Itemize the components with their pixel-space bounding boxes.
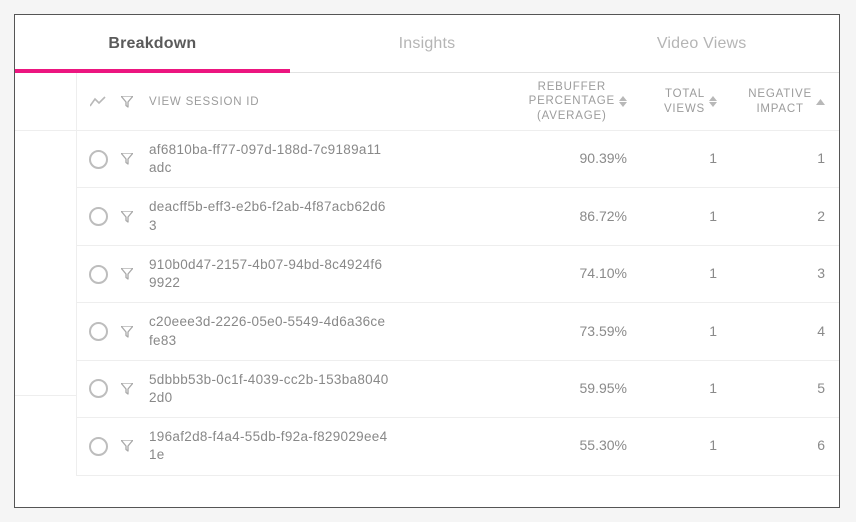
- tabs-bar: Breakdown Insights Video Views: [15, 15, 839, 73]
- table-row: deacff5b-eff3-e2b6-f2ab-4f87acb62d63 86.7…: [77, 188, 839, 245]
- sort-asc-icon: [816, 99, 825, 105]
- session-id-cell: af6810ba-ff77-097d-188d-7c9189a11adc: [149, 141, 389, 177]
- filter-icon[interactable]: [121, 211, 133, 223]
- row-select-radio[interactable]: [89, 265, 108, 284]
- breakdown-table: VIEW SESSION ID REBUFFERPERCENTAGE(AVERA…: [77, 73, 839, 476]
- tab-insights[interactable]: Insights: [290, 15, 565, 72]
- session-id-cell: c20eee3d-2226-05e0-5549-4d6a36cefe83: [149, 313, 389, 349]
- session-id-cell: 196af2d8-f4a4-55db-f92a-f829029ee41e: [149, 428, 389, 464]
- filter-icon[interactable]: [121, 96, 133, 108]
- impact-cell: 2: [817, 208, 825, 224]
- filter-icon[interactable]: [121, 383, 133, 395]
- views-cell: 1: [709, 437, 717, 453]
- views-cell: 1: [709, 380, 717, 396]
- session-id-cell: 910b0d47-2157-4b07-94bd-8c4924f69922: [149, 256, 389, 292]
- row-select-radio[interactable]: [89, 207, 108, 226]
- filter-icon[interactable]: [121, 326, 133, 338]
- impact-cell: 3: [817, 265, 825, 281]
- views-cell: 1: [709, 323, 717, 339]
- sort-icon: [709, 96, 717, 107]
- rebuffer-cell: 59.95%: [580, 380, 627, 396]
- rebuffer-cell: 55.30%: [580, 437, 627, 453]
- row-select-radio[interactable]: [89, 437, 108, 456]
- views-cell: 1: [709, 150, 717, 166]
- session-id-cell: deacff5b-eff3-e2b6-f2ab-4f87acb62d63: [149, 198, 389, 234]
- left-gutter: [15, 73, 77, 476]
- tab-breakdown[interactable]: Breakdown: [15, 15, 290, 72]
- tab-label: Insights: [399, 35, 456, 53]
- table-header-row: VIEW SESSION ID REBUFFERPERCENTAGE(AVERA…: [77, 73, 839, 131]
- rebuffer-cell: 73.59%: [580, 323, 627, 339]
- table-row: af6810ba-ff77-097d-188d-7c9189a11adc 90.3…: [77, 131, 839, 188]
- impact-cell: 6: [817, 437, 825, 453]
- sort-icon: [619, 96, 627, 107]
- breakdown-panel: Breakdown Insights Video Views VIE: [14, 14, 840, 508]
- column-header-session[interactable]: VIEW SESSION ID: [141, 96, 495, 108]
- impact-cell: 4: [817, 323, 825, 339]
- rebuffer-cell: 74.10%: [580, 265, 627, 281]
- filter-icon[interactable]: [121, 440, 133, 452]
- row-select-radio[interactable]: [89, 150, 108, 169]
- column-header-rebuffer[interactable]: REBUFFERPERCENTAGE(AVERAGE): [495, 80, 635, 123]
- table-row: 5dbbb53b-0c1f-4039-cc2b-153ba80402d0 59.9…: [77, 361, 839, 418]
- table-row: 910b0d47-2157-4b07-94bd-8c4924f69922 74.1…: [77, 246, 839, 303]
- row-select-radio[interactable]: [89, 322, 108, 341]
- filter-icon[interactable]: [121, 153, 133, 165]
- chart-icon[interactable]: [90, 96, 106, 108]
- session-id-cell: 5dbbb53b-0c1f-4039-cc2b-153ba80402d0: [149, 371, 389, 407]
- impact-cell: 5: [817, 380, 825, 396]
- rebuffer-cell: 90.39%: [580, 150, 627, 166]
- views-cell: 1: [709, 265, 717, 281]
- views-cell: 1: [709, 208, 717, 224]
- table-row: c20eee3d-2226-05e0-5549-4d6a36cefe83 73.5…: [77, 303, 839, 360]
- impact-cell: 1: [817, 150, 825, 166]
- tab-label: Breakdown: [108, 35, 196, 53]
- table-row: 196af2d8-f4a4-55db-f92a-f829029ee41e 55.3…: [77, 418, 839, 475]
- rebuffer-cell: 86.72%: [580, 208, 627, 224]
- filter-icon[interactable]: [121, 268, 133, 280]
- tab-video-views[interactable]: Video Views: [564, 15, 839, 72]
- column-header-views[interactable]: TOTALVIEWS: [635, 87, 725, 116]
- tab-label: Video Views: [657, 35, 747, 53]
- row-select-radio[interactable]: [89, 379, 108, 398]
- column-header-impact[interactable]: NEGATIVEIMPACT: [725, 87, 825, 116]
